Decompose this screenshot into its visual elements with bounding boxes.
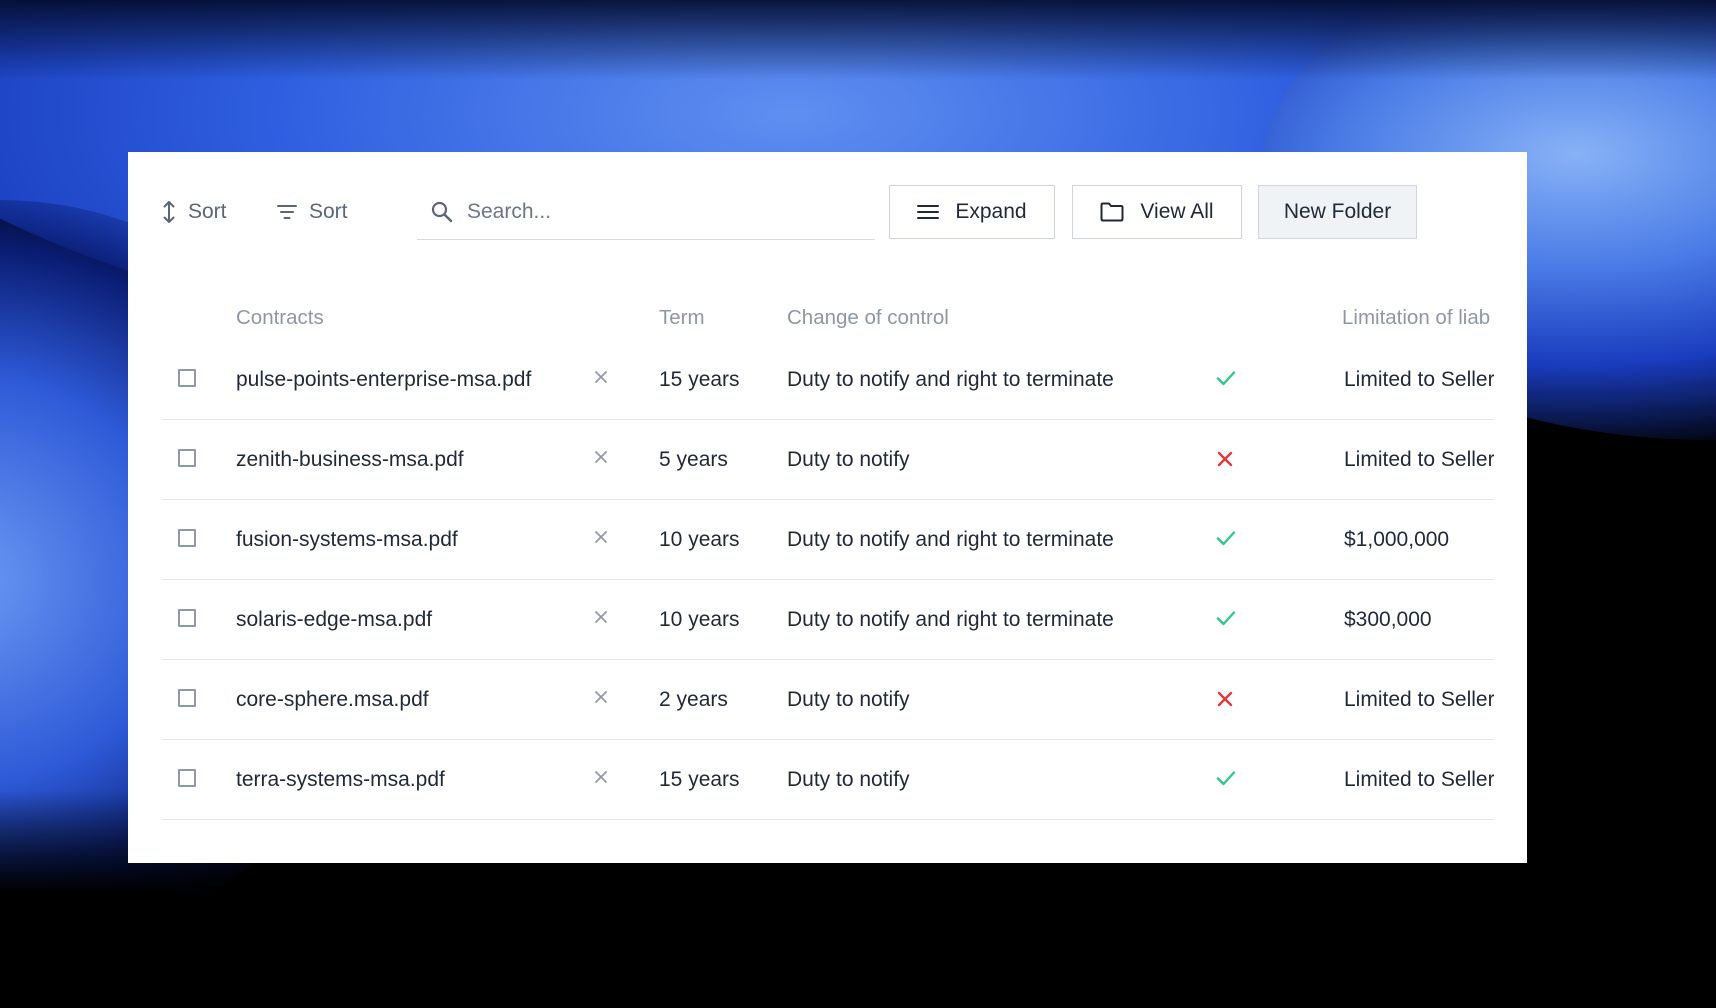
cross-icon <box>1216 690 1234 708</box>
view-all-button[interactable]: View All <box>1072 185 1242 239</box>
contract-name: terra-systems-msa.pdf <box>236 768 445 791</box>
contract-name: zenith-business-msa.pdf <box>236 448 464 471</box>
term-value: 10 years <box>659 608 740 631</box>
limitation-value: $300,000 <box>1344 608 1432 631</box>
change-of-control-value: Duty to notify and right to terminate <box>787 528 1114 551</box>
search-input[interactable] <box>465 199 849 225</box>
table-row[interactable]: pulse-points-enterprise-msa.pdf 15 years… <box>162 340 1494 420</box>
row-checkbox[interactable] <box>178 529 196 547</box>
header-change-of-control[interactable]: Change of control <box>787 306 949 330</box>
header-term[interactable]: Term <box>659 306 705 330</box>
sort-arrows-icon <box>163 201 175 223</box>
contracts-panel: Sort Sort Expand <box>128 152 1527 863</box>
search-bar <box>417 185 875 240</box>
limitation-value: Limited to Seller's <box>1344 448 1494 471</box>
contract-name: fusion-systems-msa.pdf <box>236 528 458 551</box>
contracts-table: Contracts Term Change of control Limitat… <box>162 286 1494 820</box>
term-value: 10 years <box>659 528 740 551</box>
sort-button[interactable]: Sort <box>162 185 227 239</box>
search-icon <box>431 201 453 223</box>
remove-icon[interactable] <box>594 770 608 784</box>
row-checkbox[interactable] <box>178 449 196 467</box>
limitation-value: Limited to Seller's <box>1344 688 1494 711</box>
table-header: Contracts Term Change of control Limitat… <box>162 286 1494 340</box>
table-row[interactable]: solaris-edge-msa.pdf 10 years Duty to no… <box>162 580 1494 660</box>
expand-button[interactable]: Expand <box>889 185 1055 239</box>
term-value: 2 years <box>659 688 728 711</box>
new-folder-button[interactable]: New Folder <box>1258 185 1417 239</box>
contract-name: pulse-points-enterprise-msa.pdf <box>236 368 532 391</box>
cross-icon <box>1216 450 1234 468</box>
table-row[interactable]: fusion-systems-msa.pdf 10 years Duty to … <box>162 500 1494 580</box>
row-checkbox[interactable] <box>178 609 196 627</box>
change-of-control-value: Duty to notify <box>787 688 910 711</box>
check-icon <box>1216 530 1236 546</box>
menu-lines-icon <box>917 205 940 219</box>
term-value: 5 years <box>659 448 728 471</box>
table-row[interactable]: zenith-business-msa.pdf 5 years Duty to … <box>162 420 1494 500</box>
table-row[interactable]: terra-systems-msa.pdf 15 years Duty to n… <box>162 740 1494 820</box>
filter-sort-label: Sort <box>309 200 348 223</box>
row-checkbox[interactable] <box>178 689 196 707</box>
term-value: 15 years <box>659 368 740 391</box>
folder-icon <box>1100 202 1124 222</box>
remove-icon[interactable] <box>594 610 608 624</box>
toolbar: Sort Sort Expand <box>162 185 1494 240</box>
check-icon <box>1216 770 1236 786</box>
check-icon <box>1216 610 1236 626</box>
expand-label: Expand <box>955 200 1027 223</box>
view-all-label: View All <box>1140 200 1214 223</box>
term-value: 15 years <box>659 768 740 791</box>
remove-icon[interactable] <box>594 370 608 384</box>
header-contracts[interactable]: Contracts <box>236 306 324 330</box>
new-folder-label: New Folder <box>1283 200 1392 223</box>
filter-sort-button[interactable]: Sort <box>277 185 348 239</box>
header-limitation[interactable]: Limitation of liab <box>1342 306 1494 330</box>
contract-name: solaris-edge-msa.pdf <box>236 608 433 631</box>
contract-name: core-sphere.msa.pdf <box>236 688 429 711</box>
limitation-value: Limited to Seller's <box>1344 368 1494 391</box>
remove-icon[interactable] <box>594 530 608 544</box>
limitation-value: Limited to Seller's <box>1344 768 1494 791</box>
change-of-control-value: Duty to notify and right to terminate <box>787 608 1114 631</box>
filter-lines-icon <box>277 205 297 219</box>
limitation-value: $1,000,000 <box>1344 528 1450 551</box>
row-checkbox[interactable] <box>178 369 196 387</box>
change-of-control-value: Duty to notify <box>787 448 910 471</box>
change-of-control-value: Duty to notify <box>787 768 910 791</box>
sort-label: Sort <box>188 200 227 223</box>
check-icon <box>1216 370 1236 386</box>
table-row[interactable]: core-sphere.msa.pdf 2 years Duty to noti… <box>162 660 1494 740</box>
remove-icon[interactable] <box>594 450 608 464</box>
remove-icon[interactable] <box>594 690 608 704</box>
row-checkbox[interactable] <box>178 769 196 787</box>
change-of-control-value: Duty to notify and right to terminate <box>787 368 1114 391</box>
